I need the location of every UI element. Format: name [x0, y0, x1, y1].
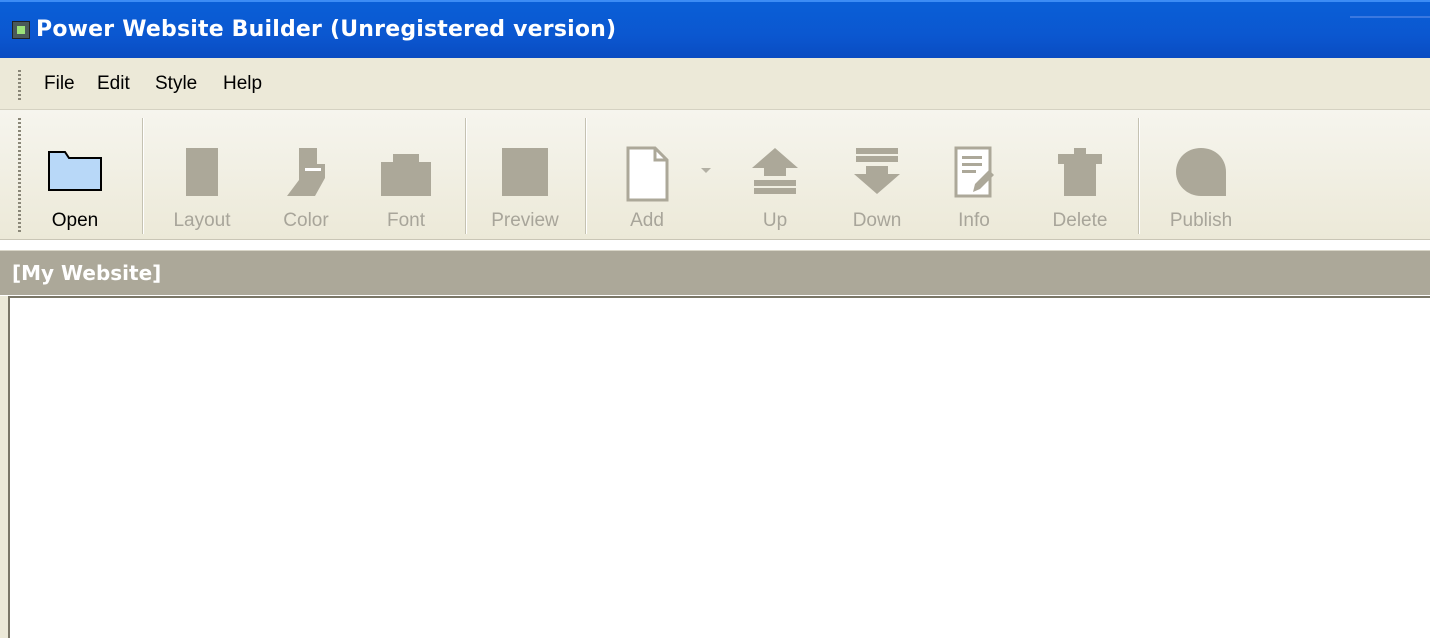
open-button[interactable]: Open — [40, 120, 110, 231]
trash-icon — [1058, 148, 1102, 196]
globe-icon — [1176, 148, 1226, 196]
toolbar: Open Layout Color Font Preview Add Up Do… — [0, 110, 1430, 240]
down-button-label: Down — [852, 210, 902, 231]
website-panel-title: [My Website] — [12, 261, 162, 285]
font-icon — [381, 154, 431, 196]
font-button-label: Font — [386, 210, 426, 231]
font-button[interactable]: Font — [366, 120, 446, 231]
menu-bar-grip[interactable] — [18, 70, 21, 100]
menu-file[interactable]: File — [42, 73, 77, 95]
color-button-label: Color — [283, 210, 329, 231]
toolbar-grip[interactable] — [18, 118, 21, 234]
title-bar[interactable]: Power Website Builder (Unregistered vers… — [0, 0, 1430, 58]
info-document-icon — [954, 146, 994, 198]
up-arrow-icon — [752, 148, 798, 194]
folder-icon — [48, 151, 102, 191]
title-bar-edge — [1350, 16, 1430, 18]
color-icon — [287, 148, 325, 196]
down-arrow-icon — [854, 148, 900, 194]
layout-button-label: Layout — [173, 210, 231, 231]
add-dropdown-arrow-icon[interactable] — [701, 168, 711, 173]
toolbar-separator — [142, 118, 144, 234]
preview-icon — [502, 148, 548, 196]
info-button-label: Info — [958, 210, 990, 231]
add-button[interactable]: Add — [608, 120, 686, 231]
info-button[interactable]: Info — [937, 120, 1011, 231]
publish-button-label: Publish — [1169, 210, 1233, 231]
page-icon — [626, 146, 669, 202]
toolbar-separator — [1138, 118, 1140, 234]
app-icon[interactable] — [12, 21, 30, 39]
toolbar-separator — [465, 118, 467, 234]
menu-bar: File Edit Style Help — [0, 58, 1430, 110]
menu-help[interactable]: Help — [221, 73, 264, 95]
toolbar-separator — [585, 118, 587, 234]
color-button[interactable]: Color — [266, 120, 346, 231]
preview-button[interactable]: Preview — [482, 120, 568, 231]
website-panel-header: [My Website] — [0, 250, 1430, 295]
up-button-label: Up — [762, 210, 788, 231]
website-content-area[interactable] — [8, 296, 1430, 638]
delete-button-label: Delete — [1052, 210, 1108, 231]
publish-button[interactable]: Publish — [1158, 120, 1244, 231]
add-button-label: Add — [630, 210, 664, 231]
menu-edit[interactable]: Edit — [95, 73, 132, 95]
window-title: Power Website Builder (Unregistered vers… — [36, 17, 617, 42]
layout-icon — [186, 148, 218, 196]
open-button-label: Open — [51, 210, 99, 231]
preview-button-label: Preview — [491, 210, 559, 231]
layout-button[interactable]: Layout — [162, 120, 242, 231]
panel-left-edge — [0, 296, 8, 638]
delete-button[interactable]: Delete — [1040, 120, 1120, 231]
up-button[interactable]: Up — [735, 120, 815, 231]
down-button[interactable]: Down — [837, 120, 917, 231]
menu-style[interactable]: Style — [153, 73, 199, 95]
